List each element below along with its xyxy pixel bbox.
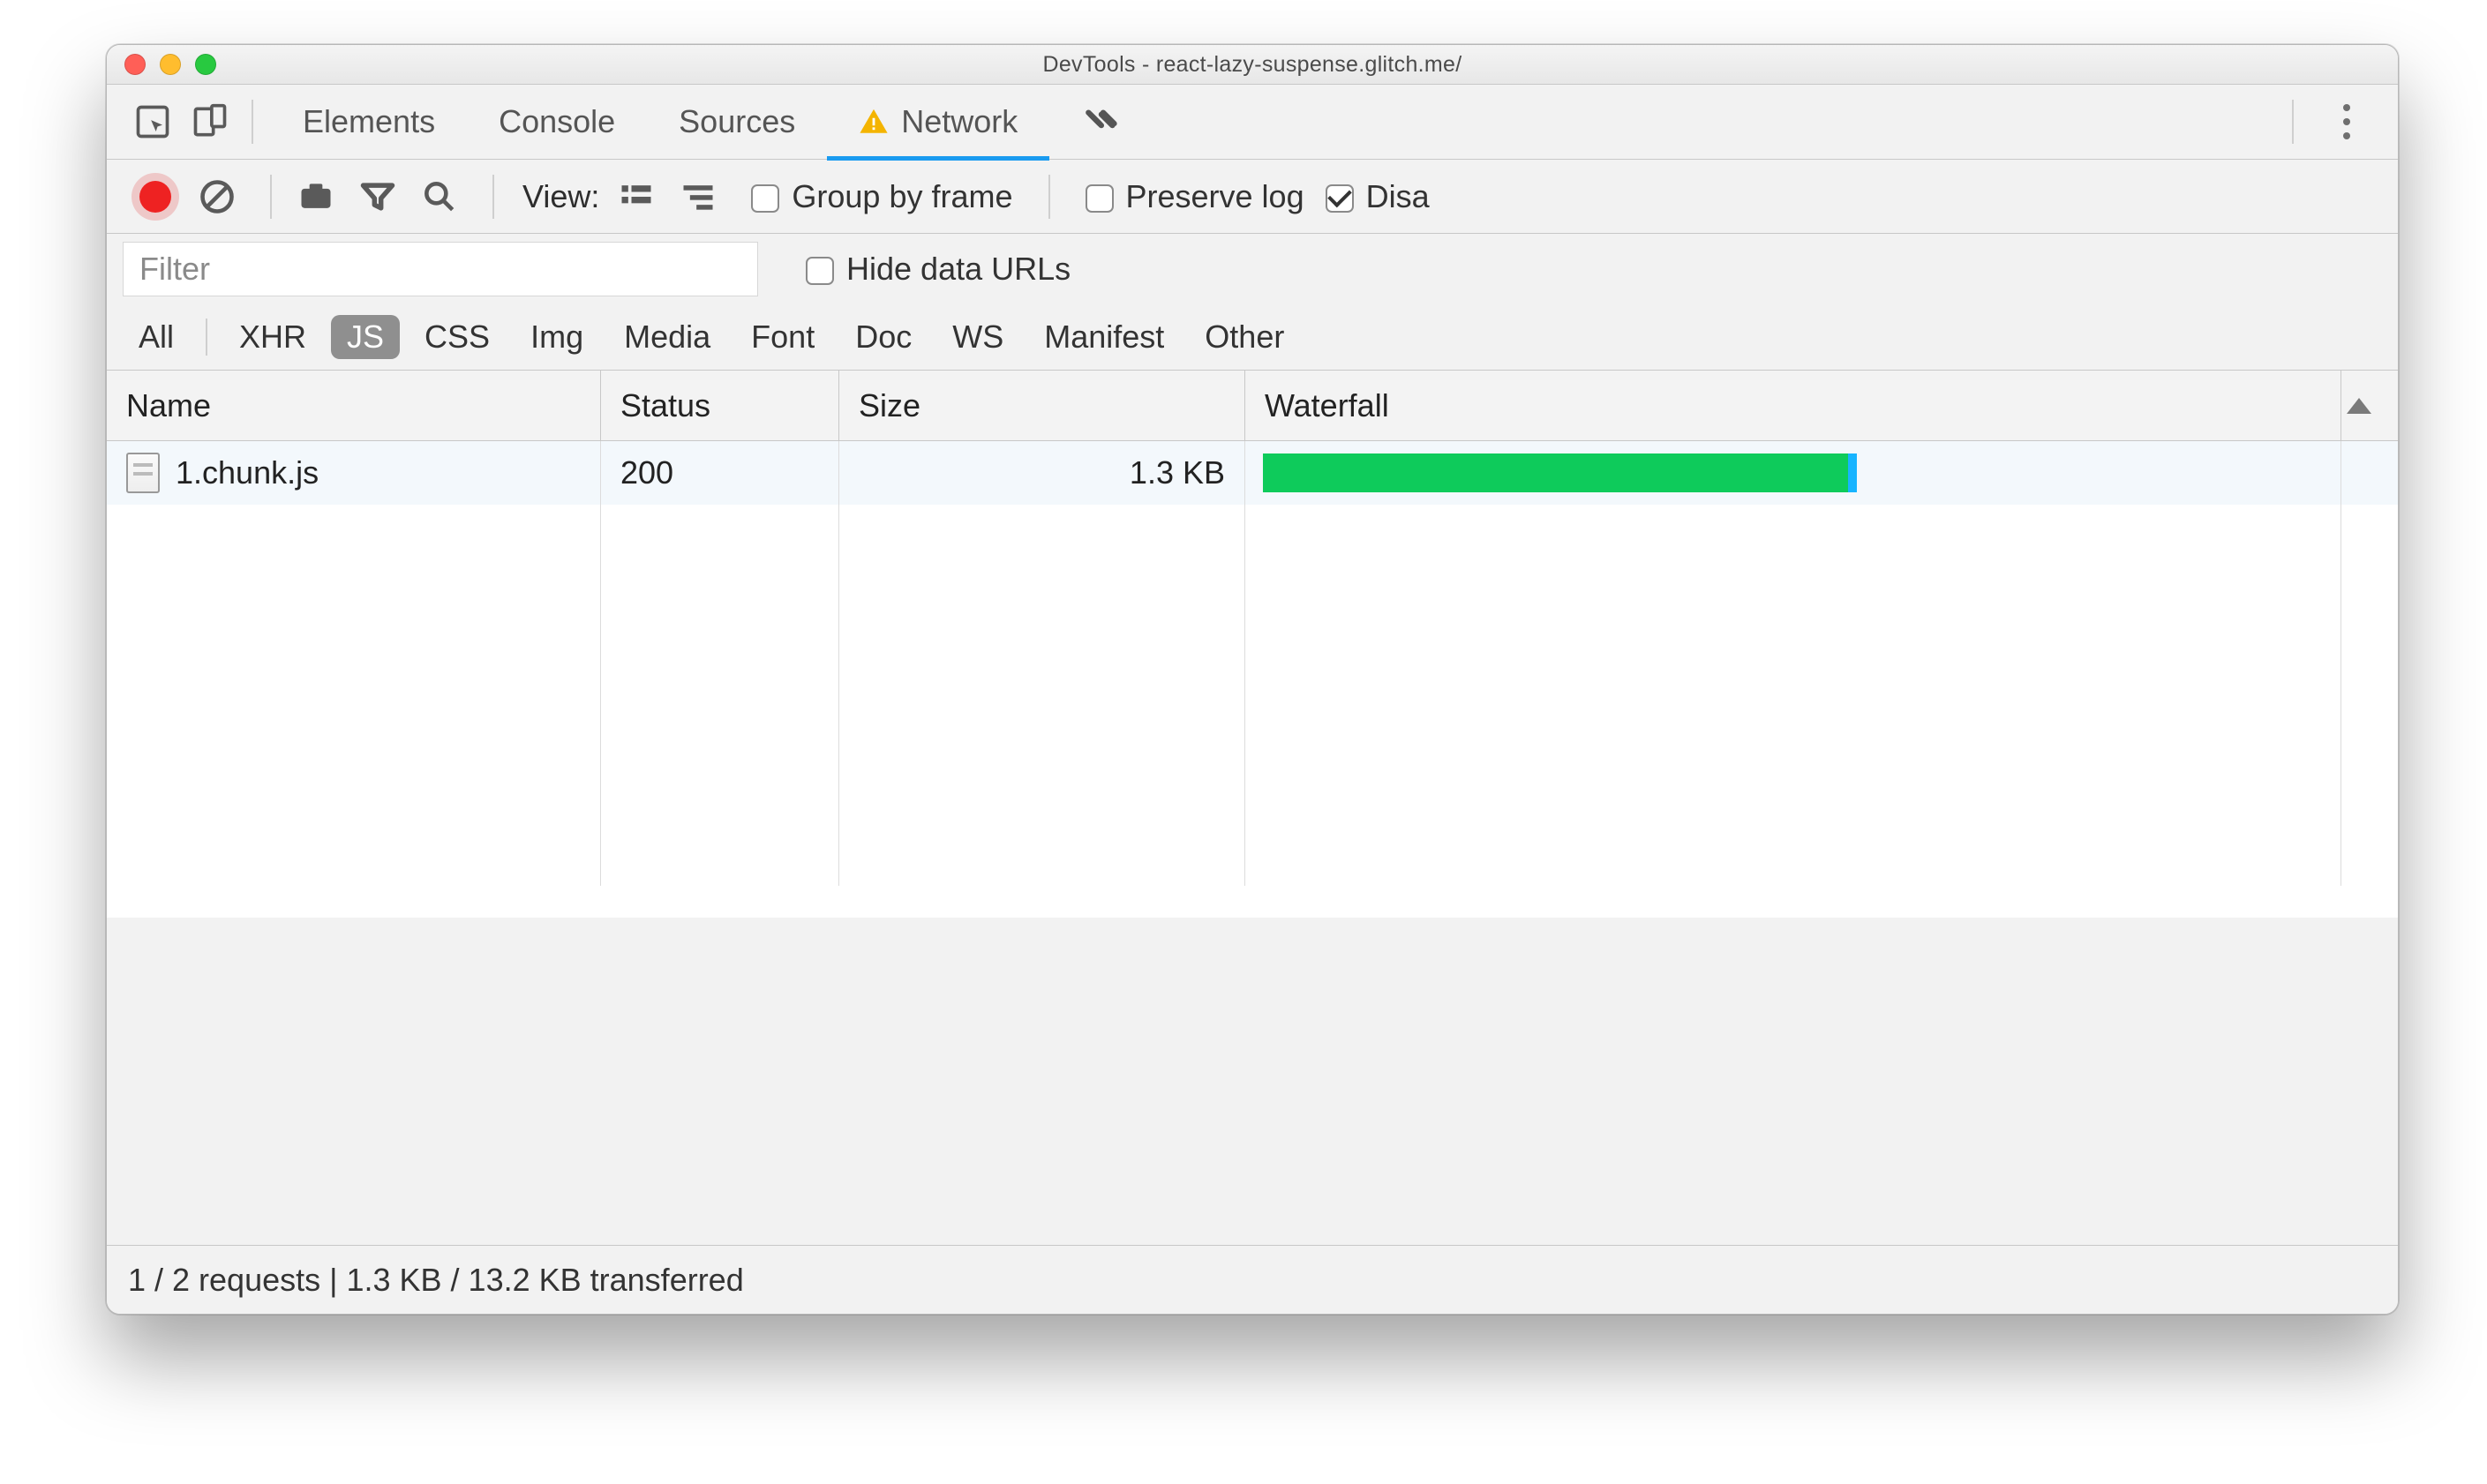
clear-icon[interactable] — [191, 170, 244, 223]
inspect-element-icon[interactable] — [128, 98, 177, 146]
col-status[interactable]: Status — [601, 371, 839, 440]
filter-input[interactable]: Filter — [123, 242, 758, 296]
more-tabs-button[interactable] — [1049, 85, 1157, 160]
requests-table: Name Status Size Waterfall 1.chunk.js 20… — [107, 371, 2398, 918]
overview-icon[interactable] — [672, 170, 725, 223]
divider — [252, 100, 253, 144]
cell-name[interactable]: 1.chunk.js — [107, 441, 601, 505]
group-by-frame-option[interactable]: Group by frame — [751, 178, 1012, 215]
tab-network[interactable]: Network — [827, 85, 1049, 160]
th-label: Name — [126, 387, 211, 424]
devtools-window: DevTools - react-lazy-suspense.glitch.me… — [106, 44, 2399, 1315]
capture-screenshots-icon[interactable] — [289, 170, 342, 223]
settings-menu-icon[interactable] — [2320, 104, 2373, 139]
chip-label: WS — [952, 319, 1003, 355]
panel-tabs: Elements Console Sources Network — [107, 85, 2398, 160]
status-text: 1 / 2 requests | 1.3 KB / 13.2 KB transf… — [128, 1262, 744, 1299]
type-manifest[interactable]: Manifest — [1028, 315, 1180, 359]
zoom-window-icon[interactable] — [195, 54, 216, 75]
record-button[interactable] — [129, 170, 182, 223]
tab-label: Network — [901, 103, 1018, 140]
checkbox-icon — [1326, 184, 1354, 213]
waterfall-bar — [1263, 453, 1857, 492]
type-js[interactable]: JS — [331, 315, 400, 359]
disable-cache-option[interactable]: Disa — [1326, 178, 1430, 215]
type-doc[interactable]: Doc — [839, 315, 928, 359]
sort-ascending-icon — [2347, 398, 2371, 414]
tab-label: Elements — [303, 103, 435, 140]
col-sort[interactable] — [2341, 371, 2398, 440]
device-toolbar-icon[interactable] — [185, 98, 234, 146]
type-font[interactable]: Font — [735, 315, 830, 359]
col-size[interactable]: Size — [839, 371, 1245, 440]
chip-label: Media — [624, 319, 710, 355]
status-code: 200 — [620, 454, 673, 491]
option-label: Disa — [1366, 178, 1430, 215]
filter-icon[interactable] — [351, 170, 404, 223]
close-window-icon[interactable] — [124, 54, 146, 75]
option-label: Hide data URLs — [846, 251, 1071, 288]
network-toolbar: View: Group by frame Preserve log Disa — [107, 160, 2398, 234]
table-header: Name Status Size Waterfall — [107, 371, 2398, 441]
chip-label: XHR — [239, 319, 306, 355]
chip-label: Font — [751, 319, 815, 355]
chip-label: Manifest — [1044, 319, 1164, 355]
chip-label: Doc — [855, 319, 912, 355]
status-bar: 1 / 2 requests | 1.3 KB / 13.2 KB transf… — [107, 1245, 2398, 1314]
type-ws[interactable]: WS — [936, 315, 1019, 359]
tab-elements[interactable]: Elements — [271, 85, 467, 160]
divider — [1048, 175, 1050, 219]
size-value: 1.3 KB — [1130, 454, 1225, 491]
request-name: 1.chunk.js — [176, 454, 319, 491]
divider — [492, 175, 494, 219]
checkbox-icon — [751, 184, 779, 213]
type-css[interactable]: CSS — [409, 315, 506, 359]
type-all[interactable]: All — [123, 315, 190, 359]
placeholder-text: Filter — [139, 251, 210, 288]
preserve-log-option[interactable]: Preserve log — [1086, 178, 1304, 215]
divider — [2292, 100, 2294, 144]
cell-status: 200 — [601, 441, 839, 505]
minimize-window-icon[interactable] — [160, 54, 181, 75]
cell-gutter — [2341, 441, 2398, 505]
chip-label: All — [139, 319, 174, 355]
th-label: Status — [620, 387, 710, 424]
view-label: View: — [522, 178, 599, 215]
col-waterfall[interactable]: Waterfall — [1245, 371, 2341, 440]
chip-label: CSS — [425, 319, 490, 355]
option-label: Group by frame — [792, 178, 1012, 215]
col-name[interactable]: Name — [107, 371, 601, 440]
hide-data-urls-option[interactable]: Hide data URLs — [806, 251, 1071, 288]
cell-size: 1.3 KB — [839, 441, 1245, 505]
type-other[interactable]: Other — [1189, 315, 1300, 359]
divider — [206, 319, 207, 356]
chip-label: Other — [1205, 319, 1284, 355]
checkbox-icon — [806, 257, 834, 285]
chip-label: Img — [530, 319, 583, 355]
tab-label: Console — [499, 103, 615, 140]
th-label: Waterfall — [1265, 387, 1389, 424]
tab-console[interactable]: Console — [467, 85, 647, 160]
window-title: DevTools - react-lazy-suspense.glitch.me… — [107, 52, 2398, 78]
script-file-icon — [126, 453, 160, 493]
large-rows-icon[interactable] — [610, 170, 663, 223]
type-xhr[interactable]: XHR — [223, 315, 322, 359]
chip-label: JS — [347, 319, 384, 355]
table-body: 1.chunk.js 200 1.3 KB — [107, 441, 2398, 918]
tab-label: Sources — [679, 103, 795, 140]
titlebar: DevTools - react-lazy-suspense.glitch.me… — [107, 45, 2398, 85]
divider — [270, 175, 272, 219]
resource-type-filters: All XHR JS CSS Img Media Font Doc WS Man… — [107, 304, 2398, 371]
cell-waterfall — [1245, 441, 2341, 505]
checkbox-icon — [1086, 184, 1114, 213]
warning-icon — [859, 107, 889, 137]
th-label: Size — [859, 387, 920, 424]
filter-row: Filter Hide data URLs — [107, 234, 2398, 304]
type-img[interactable]: Img — [515, 315, 599, 359]
tab-sources[interactable]: Sources — [647, 85, 827, 160]
window-controls — [124, 54, 216, 75]
option-label: Preserve log — [1126, 178, 1304, 215]
search-icon[interactable] — [413, 170, 466, 223]
type-media[interactable]: Media — [608, 315, 726, 359]
